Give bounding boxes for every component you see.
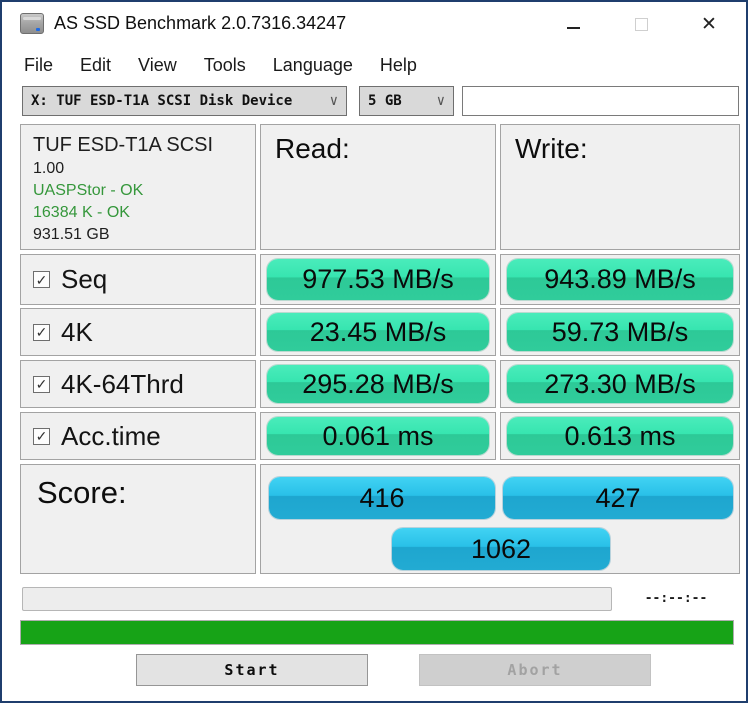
drive-alignment-status: 16384 K - OK	[33, 204, 130, 221]
start-button[interactable]: Start	[136, 654, 368, 686]
read-column-header: Read:	[275, 133, 350, 164]
ssd-drive-icon	[20, 13, 44, 34]
4k-read-value: 23.45 MB/s	[267, 313, 489, 351]
4k-checkbox[interactable]: ✓	[33, 323, 50, 341]
chevron-down-icon: ∨	[436, 93, 445, 109]
4k-label: 4K	[61, 316, 93, 347]
checkbox-checked-icon: ✓	[35, 376, 48, 392]
4k-write-value: 59.73 MB/s	[507, 313, 733, 351]
total-score-value: 1062	[392, 528, 610, 570]
menu-bar: File Edit View Tools Language Help	[24, 55, 417, 76]
checkbox-checked-icon: ✓	[35, 428, 48, 444]
seq-write-value: 943.89 MB/s	[507, 259, 733, 300]
chevron-down-icon: ∨	[329, 93, 338, 109]
abort-button: Abort	[419, 654, 651, 686]
close-button[interactable]: ✕	[690, 10, 728, 38]
acctime-checkbox[interactable]: ✓	[33, 427, 50, 445]
score-values-panel: 416 427 1062	[260, 464, 740, 574]
acctime-read-value: 0.061 ms	[267, 417, 489, 455]
read-column-header-panel: Read:	[260, 124, 496, 250]
maximize-button[interactable]	[622, 10, 660, 38]
4k64thrd-read-value: 295.28 MB/s	[267, 365, 489, 403]
acctime-label: Acc.time	[61, 420, 161, 451]
4k64thrd-checkbox[interactable]: ✓	[33, 375, 50, 393]
test-size-value: 5 GB	[368, 93, 402, 109]
menu-file[interactable]: File	[24, 55, 53, 76]
4k64thrd-read-cell: 295.28 MB/s	[260, 360, 496, 408]
time-remaining: --:--:--	[644, 591, 708, 606]
title-bar[interactable]: AS SSD Benchmark 2.0.7316.34247 ✕	[2, 2, 746, 48]
menu-edit[interactable]: Edit	[80, 55, 111, 76]
drive-firmware: 1.00	[33, 160, 65, 177]
checkbox-checked-icon: ✓	[35, 271, 48, 288]
test-row-acctime: ✓ Acc.time	[20, 412, 256, 460]
menu-help[interactable]: Help	[380, 55, 417, 76]
4k64thrd-write-value: 273.30 MB/s	[507, 365, 733, 403]
current-test-progressbar	[22, 587, 612, 611]
seq-read-cell: 977.53 MB/s	[260, 254, 496, 305]
checkbox-checked-icon: ✓	[35, 324, 48, 340]
4k-write-cell: 59.73 MB/s	[500, 308, 740, 356]
app-window: AS SSD Benchmark 2.0.7316.34247 ✕ File E…	[0, 0, 748, 703]
drive-capacity: 931.51 GB	[33, 226, 110, 243]
menu-language[interactable]: Language	[273, 55, 353, 76]
acctime-read-cell: 0.061 ms	[260, 412, 496, 460]
write-column-header-panel: Write:	[500, 124, 740, 250]
drive-info-panel: TUF ESD-T1A SCSI 1.00 UASPStor - OK 1638…	[20, 124, 256, 250]
write-score-value: 427	[503, 477, 733, 519]
drive-select-dropdown[interactable]: X: TUF ESD-T1A SCSI Disk Device ∨	[22, 86, 347, 116]
acctime-write-cell: 0.613 ms	[500, 412, 740, 460]
score-label-panel: Score:	[20, 464, 256, 574]
seq-label: Seq	[61, 264, 108, 294]
minimize-button[interactable]	[554, 10, 592, 38]
drive-driver-status: UASPStor - OK	[33, 182, 144, 199]
seq-checkbox[interactable]: ✓	[33, 271, 50, 288]
4k64thrd-write-cell: 273.30 MB/s	[500, 360, 740, 408]
acctime-write-value: 0.613 ms	[507, 417, 733, 455]
close-icon: ✕	[701, 13, 717, 35]
toolbar-textbox[interactable]	[462, 86, 739, 116]
seq-write-cell: 943.89 MB/s	[500, 254, 740, 305]
4k-read-cell: 23.45 MB/s	[260, 308, 496, 356]
test-row-4k64thrd: ✓ 4K-64Thrd	[20, 360, 256, 408]
write-column-header: Write:	[515, 133, 588, 164]
read-score-value: 416	[269, 477, 495, 519]
menu-view[interactable]: View	[138, 55, 177, 76]
drive-select-value: X: TUF ESD-T1A SCSI Disk Device	[31, 93, 293, 109]
4k64thrd-label: 4K-64Thrd	[61, 368, 184, 399]
maximize-icon	[634, 17, 648, 31]
menu-tools[interactable]: Tools	[204, 55, 246, 76]
drive-model: TUF ESD-T1A SCSI	[33, 134, 214, 156]
score-label: Score:	[37, 475, 127, 510]
test-row-4k: ✓ 4K	[20, 308, 256, 356]
window-title: AS SSD Benchmark 2.0.7316.34247	[54, 13, 347, 33]
overall-progressbar	[20, 620, 734, 645]
test-size-dropdown[interactable]: 5 GB ∨	[359, 86, 454, 116]
minimize-icon	[566, 27, 580, 29]
seq-read-value: 977.53 MB/s	[267, 259, 489, 300]
test-row-seq: ✓ Seq	[20, 254, 256, 305]
